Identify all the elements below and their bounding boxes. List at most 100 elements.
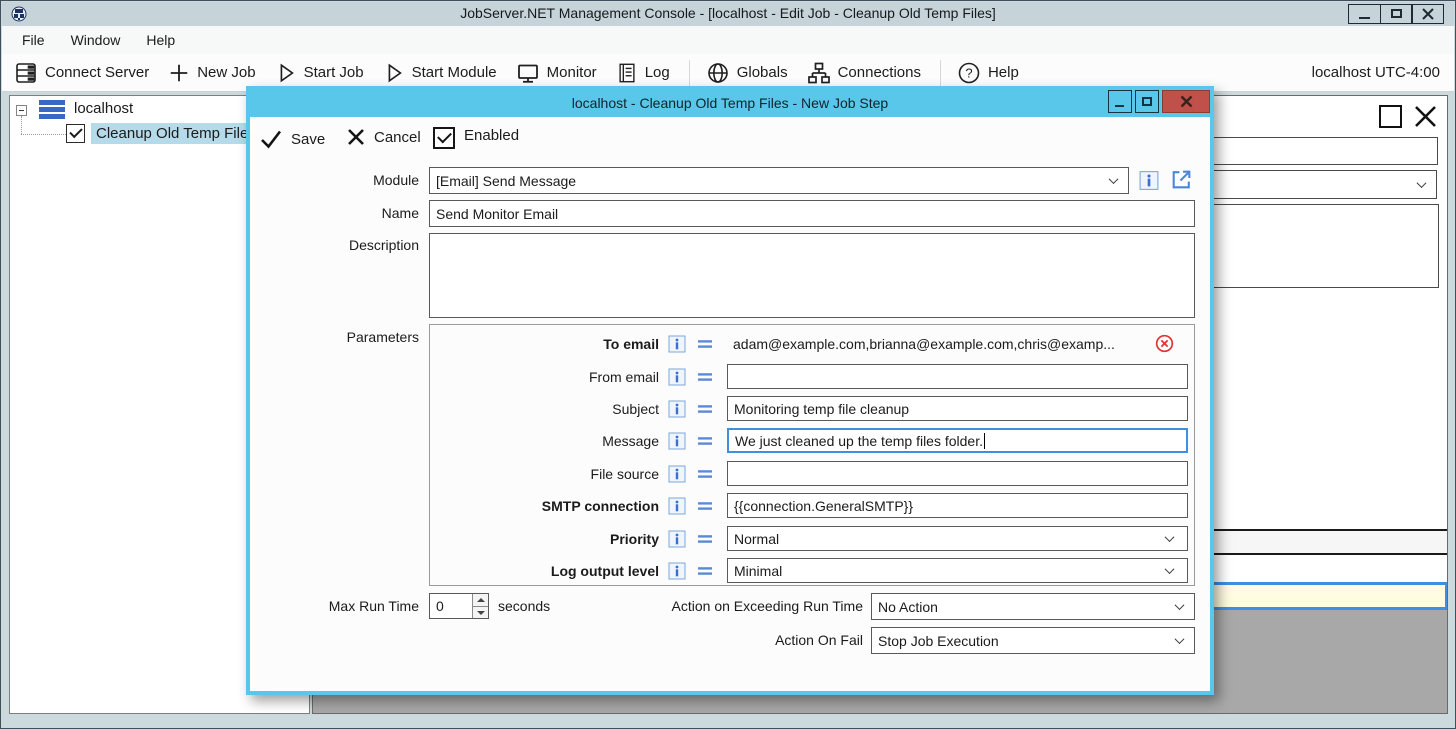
equals-icon[interactable] xyxy=(696,497,714,515)
action-on-fail-select[interactable]: Stop Job Execution xyxy=(871,627,1195,654)
equals-icon[interactable] xyxy=(696,562,714,580)
equals-icon[interactable] xyxy=(696,432,714,450)
param-label: Priority xyxy=(430,531,668,547)
dialog-close-button[interactable] xyxy=(1162,90,1210,113)
toolbar-monitor[interactable]: Monitor xyxy=(516,61,597,85)
message-input[interactable]: We just cleaned up the temp files folder… xyxy=(727,428,1188,453)
toolbar-new-job[interactable]: New Job xyxy=(168,62,255,84)
child-maximize-button[interactable] xyxy=(1379,105,1402,128)
server-icon xyxy=(14,61,38,85)
cancel-button[interactable]: Cancel xyxy=(346,127,421,147)
name-label: Name xyxy=(250,205,419,221)
tree-expander[interactable] xyxy=(16,105,27,116)
child-close-button[interactable] xyxy=(1413,104,1438,129)
toolbar-label: Connections xyxy=(838,64,921,81)
module-select[interactable]: [Email] Send Message xyxy=(429,167,1129,194)
maximize-button[interactable] xyxy=(1380,4,1413,24)
play-icon xyxy=(383,62,405,84)
save-button[interactable]: Save xyxy=(259,127,325,151)
svg-text:?: ? xyxy=(965,65,972,80)
equals-icon[interactable] xyxy=(696,335,714,353)
server-node-icon xyxy=(39,100,65,120)
equals-icon[interactable] xyxy=(696,400,714,418)
toolbar-label: Help xyxy=(988,64,1019,81)
param-row-from-email: From email xyxy=(430,360,1191,393)
toolbar-separator xyxy=(689,60,690,86)
from-email-input[interactable] xyxy=(727,364,1188,389)
max-run-time-label: Max Run Time xyxy=(250,598,419,614)
info-icon[interactable] xyxy=(668,368,686,386)
info-icon[interactable] xyxy=(668,432,686,450)
toolbar-label: Globals xyxy=(737,64,788,81)
close-icon xyxy=(1413,104,1438,129)
menu-window[interactable]: Window xyxy=(71,32,121,48)
parameters-group: To email adam@example.com,brianna@exampl… xyxy=(429,324,1195,586)
tree-node-job[interactable]: Cleanup Old Temp Files xyxy=(91,123,261,144)
close-button[interactable] xyxy=(1411,4,1444,24)
to-email-value: adam@example.com,brianna@example.com,chr… xyxy=(727,331,1188,356)
equals-icon[interactable] xyxy=(696,530,714,548)
main-window: JobServer.NET Management Console - [loca… xyxy=(0,0,1456,729)
info-icon[interactable] xyxy=(668,335,686,353)
chevron-down-icon xyxy=(1175,600,1185,610)
menu-file[interactable]: File xyxy=(22,32,45,48)
toolbar-connect-server[interactable]: Connect Server xyxy=(14,61,149,85)
smtp-connection-input[interactable] xyxy=(727,493,1188,518)
tree-connector xyxy=(21,116,22,134)
dialog-maximize-button[interactable] xyxy=(1135,90,1159,113)
toolbar-globals[interactable]: Globals xyxy=(706,61,788,85)
cancel-label: Cancel xyxy=(374,129,421,146)
log-output-level-select[interactable]: Minimal xyxy=(727,558,1188,583)
tree-node-localhost[interactable]: localhost xyxy=(74,100,133,117)
play-icon xyxy=(275,62,297,84)
toolbar-connections[interactable]: Connections xyxy=(807,61,921,85)
enabled-checkbox[interactable] xyxy=(433,127,455,149)
name-input[interactable] xyxy=(429,200,1195,227)
param-label: Message xyxy=(430,433,668,449)
minimize-button[interactable] xyxy=(1348,4,1381,24)
description-textarea[interactable] xyxy=(429,233,1195,318)
param-row-log-output-level: Log output level Minimal xyxy=(430,554,1191,587)
info-icon[interactable] xyxy=(668,465,686,483)
toolbar-help[interactable]: ? Help xyxy=(957,61,1019,85)
check-icon xyxy=(259,127,283,151)
menu-help[interactable]: Help xyxy=(146,32,175,48)
stepper-up-button[interactable] xyxy=(473,594,488,606)
toolbar-label: Start Module xyxy=(412,64,497,81)
toolbar-separator xyxy=(940,60,941,86)
dialog-minimize-button[interactable] xyxy=(1108,90,1132,113)
param-label: Subject xyxy=(430,401,668,417)
action-on-exceed-select[interactable]: No Action xyxy=(871,593,1195,620)
remove-value-icon[interactable] xyxy=(1155,334,1174,353)
info-icon[interactable] xyxy=(668,562,686,580)
max-run-time-stepper[interactable]: 0 xyxy=(429,593,489,619)
tree-connector xyxy=(21,134,66,135)
param-label: File source xyxy=(430,466,668,482)
equals-icon[interactable] xyxy=(696,368,714,386)
info-icon[interactable] xyxy=(668,497,686,515)
chevron-down-icon xyxy=(1165,532,1175,542)
priority-select[interactable]: Normal xyxy=(727,526,1188,551)
module-info-icon[interactable] xyxy=(1139,170,1159,191)
toolbar-label: Monitor xyxy=(547,64,597,81)
toolbar-start-module[interactable]: Start Module xyxy=(383,62,497,84)
file-source-input[interactable] xyxy=(727,461,1188,486)
stepper-down-button[interactable] xyxy=(473,606,488,619)
subject-input[interactable] xyxy=(727,396,1188,421)
param-row-smtp-connection: SMTP connection xyxy=(430,489,1191,522)
open-module-external-icon[interactable] xyxy=(1169,167,1194,192)
close-icon xyxy=(1180,95,1193,108)
equals-icon[interactable] xyxy=(696,465,714,483)
info-icon[interactable] xyxy=(668,530,686,548)
toolbar-start-job[interactable]: Start Job xyxy=(275,62,364,84)
toolbar-log[interactable]: Log xyxy=(616,62,670,84)
parameters-label: Parameters xyxy=(250,329,419,345)
info-icon[interactable] xyxy=(668,400,686,418)
param-label: SMTP connection xyxy=(430,498,668,514)
maximize-icon xyxy=(1391,9,1402,18)
toolbar-label: New Job xyxy=(197,64,255,81)
param-row-to-email: To email adam@example.com,brianna@exampl… xyxy=(430,327,1191,360)
window-title: JobServer.NET Management Console - [loca… xyxy=(2,5,1454,21)
action-on-exceed-label: Action on Exceeding Run Time xyxy=(550,598,863,614)
job-enabled-checkbox[interactable] xyxy=(66,124,85,143)
